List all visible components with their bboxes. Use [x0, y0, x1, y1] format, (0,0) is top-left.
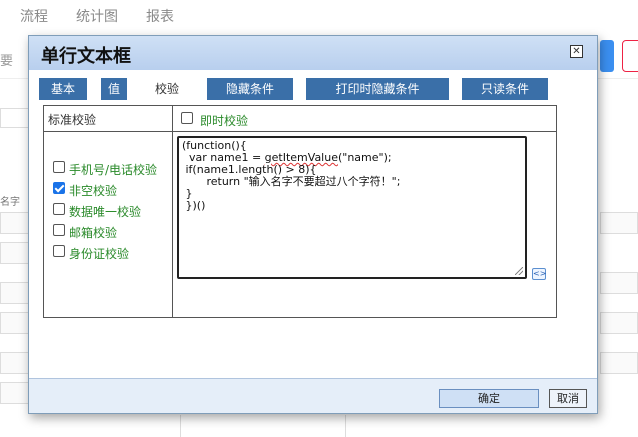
cancel-button[interactable]: 取消 [549, 389, 587, 408]
background-row [0, 282, 30, 304]
instant-validation-label[interactable]: 即时校验 [200, 112, 248, 129]
code-segment: ("name"); [337, 151, 392, 164]
expand-editor-icon[interactable]: <> [532, 268, 546, 280]
background-row [600, 312, 638, 334]
dialog-header[interactable]: 单行文本框 ✕ [29, 36, 597, 70]
tab-value[interactable]: 值 [101, 78, 127, 100]
divider [44, 131, 556, 132]
background-row [0, 242, 30, 264]
background-row [0, 382, 30, 404]
tab-print-hide-condition[interactable]: 打印时隐藏条件 [306, 78, 449, 100]
code-line: } [182, 187, 193, 200]
custom-validation-script-editor[interactable]: (function(){ var name1 = getItemValue("n… [177, 136, 527, 279]
background-row [0, 312, 30, 334]
nav-item-statistics[interactable]: 统计图 [76, 6, 118, 26]
background-danger-button[interactable] [622, 40, 638, 72]
tab-basic[interactable]: 基本 [39, 78, 87, 100]
standard-validation-label: 标准校验 [48, 113, 97, 127]
tab-hide-condition[interactable]: 隐藏条件 [207, 78, 293, 100]
background-primary-button[interactable] [600, 40, 614, 72]
ok-button[interactable]: 确定 [439, 389, 539, 408]
background-input[interactable] [0, 108, 30, 128]
nav-item-report[interactable]: 报表 [146, 6, 174, 26]
dialog-title: 单行文本框 [41, 46, 131, 67]
text-field-dialog: 单行文本框 ✕ 基本 值 校验 隐藏条件 打印时隐藏条件 只读条件 标准校验 即… [28, 35, 598, 414]
email-validation-label[interactable]: 邮箱校验 [69, 224, 117, 241]
background-row [600, 272, 638, 294]
phone-validation-checkbox[interactable] [53, 161, 65, 173]
not-empty-validation-label[interactable]: 非空校验 [69, 182, 117, 199]
email-validation-checkbox[interactable] [53, 224, 65, 236]
background-divider [345, 415, 346, 437]
validation-form: 标准校验 即时校验 手机号/电话校验 非空校验 数据唯一校验 邮箱校验 身份证校… [43, 105, 557, 318]
code-line: return "输入名字不要超过八个字符！"; [182, 175, 401, 188]
not-empty-validation-checkbox[interactable] [53, 182, 65, 194]
background-row [0, 212, 30, 234]
close-icon[interactable]: ✕ [570, 45, 583, 58]
nav-item-flow[interactable]: 流程 [20, 6, 48, 26]
dialog-footer: 确定 取消 [29, 378, 597, 413]
unique-validation-checkbox[interactable] [53, 203, 65, 215]
background-row [0, 352, 30, 374]
instant-validation-checkbox[interactable] [181, 112, 193, 124]
background-row [600, 352, 638, 374]
background-divider [180, 415, 181, 437]
background-row [600, 212, 638, 234]
resize-handle-icon[interactable] [515, 267, 523, 275]
tab-validation[interactable]: 校验 [139, 78, 195, 100]
code-line: })() [182, 199, 206, 212]
unique-validation-label[interactable]: 数据唯一校验 [69, 203, 141, 220]
background-label: 要 [0, 54, 14, 69]
top-navigation: 流程 统计图 报表 [0, 0, 638, 32]
tab-readonly-condition[interactable]: 只读条件 [462, 78, 548, 100]
divider [172, 106, 173, 317]
id-card-validation-label[interactable]: 身份证校验 [69, 245, 129, 262]
id-card-validation-checkbox[interactable] [53, 245, 65, 257]
dialog-body: 基本 值 校验 隐藏条件 打印时隐藏条件 只读条件 标准校验 即时校验 手机号/… [29, 70, 597, 378]
phone-validation-label[interactable]: 手机号/电话校验 [69, 161, 157, 178]
